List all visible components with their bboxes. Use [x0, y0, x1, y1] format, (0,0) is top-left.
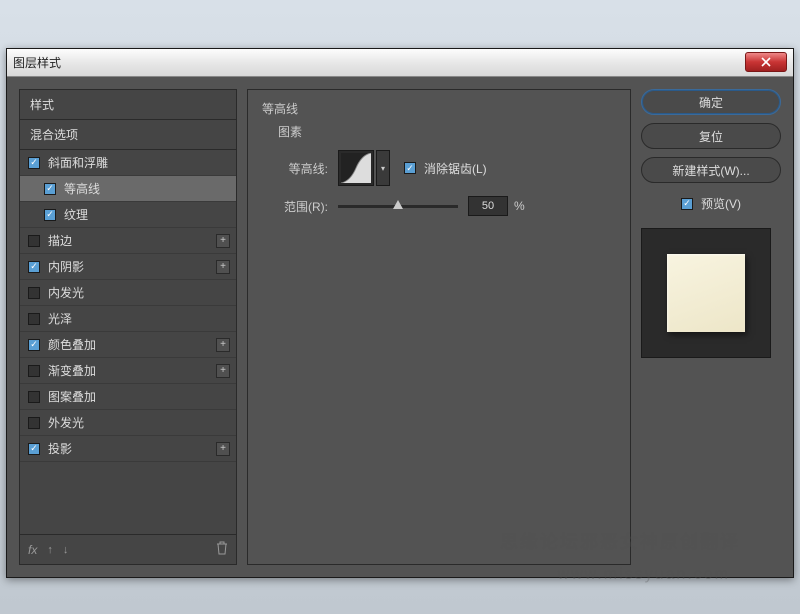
- add-effect-icon[interactable]: +: [216, 260, 230, 274]
- effect-checkbox[interactable]: [28, 261, 40, 273]
- section-title: 等高线: [262, 100, 616, 117]
- effect-row[interactable]: 图案叠加: [20, 384, 236, 410]
- contour-dropdown-icon[interactable]: ▾: [376, 150, 390, 186]
- settings-panel: 等高线 图素 等高线: ▾ 消除锯齿(L) 范围(R):: [247, 89, 631, 565]
- effect-row[interactable]: 外发光: [20, 410, 236, 436]
- blend-options-header[interactable]: 混合选项: [20, 120, 236, 150]
- add-effect-icon[interactable]: +: [216, 234, 230, 248]
- effect-label: 描边: [48, 232, 72, 249]
- new-style-button[interactable]: 新建样式(W)...: [641, 157, 781, 183]
- trash-icon[interactable]: [216, 541, 228, 558]
- effect-row[interactable]: 等高线: [20, 176, 236, 202]
- layer-style-dialog: 图层样式 样式 混合选项 斜面和浮雕等高线纹理描边+内阴影+内发光光泽颜色叠加+…: [6, 48, 794, 578]
- action-panel: 确定 复位 新建样式(W)... 预览(V): [641, 89, 781, 565]
- styles-header[interactable]: 样式: [20, 90, 236, 120]
- effect-label: 投影: [48, 440, 72, 457]
- effect-row[interactable]: 纹理: [20, 202, 236, 228]
- close-button[interactable]: [745, 52, 787, 72]
- effect-row[interactable]: 描边 +: [20, 228, 236, 254]
- effect-checkbox[interactable]: [28, 443, 40, 455]
- antialias-label: 消除锯齿(L): [424, 160, 487, 177]
- effect-label: 等高线: [64, 180, 100, 197]
- down-arrow-icon[interactable]: ↓: [63, 544, 69, 556]
- effects-footer: fx ↑ ↓: [20, 534, 236, 564]
- effect-row[interactable]: 渐变叠加 +: [20, 358, 236, 384]
- effect-label: 内发光: [48, 284, 84, 301]
- add-effect-icon[interactable]: +: [216, 442, 230, 456]
- dialog-content: 样式 混合选项 斜面和浮雕等高线纹理描边+内阴影+内发光光泽颜色叠加+渐变叠加+…: [7, 77, 793, 577]
- window-title: 图层样式: [13, 54, 61, 71]
- add-effect-icon[interactable]: +: [216, 338, 230, 352]
- effect-checkbox[interactable]: [28, 339, 40, 351]
- fx-icon[interactable]: fx: [28, 543, 37, 557]
- effect-checkbox[interactable]: [44, 183, 56, 195]
- titlebar[interactable]: 图层样式: [7, 49, 793, 77]
- effects-list-panel: 样式 混合选项 斜面和浮雕等高线纹理描边 + 内阴影 + 内发光光泽颜色叠加 + 渐变叠加 +…: [19, 89, 237, 565]
- effect-checkbox[interactable]: [28, 157, 40, 169]
- range-label: 范围(R):: [268, 198, 328, 215]
- close-icon: [761, 57, 771, 67]
- slider-thumb-icon[interactable]: [393, 200, 403, 209]
- preview-thumbnail: [641, 228, 771, 358]
- effect-checkbox[interactable]: [28, 417, 40, 429]
- effect-label: 图案叠加: [48, 388, 96, 405]
- effect-row[interactable]: 斜面和浮雕: [20, 150, 236, 176]
- range-slider[interactable]: [338, 205, 458, 208]
- effect-row[interactable]: 颜色叠加 +: [20, 332, 236, 358]
- effect-row[interactable]: 光泽: [20, 306, 236, 332]
- effect-label: 内阴影: [48, 258, 84, 275]
- antialias-checkbox[interactable]: [404, 162, 416, 174]
- range-input[interactable]: [468, 196, 508, 216]
- effect-checkbox[interactable]: [28, 287, 40, 299]
- effect-label: 外发光: [48, 414, 84, 431]
- range-unit: %: [514, 199, 525, 213]
- effect-checkbox[interactable]: [44, 209, 56, 221]
- effect-row[interactable]: 内阴影 +: [20, 254, 236, 280]
- effect-label: 斜面和浮雕: [48, 154, 108, 171]
- contour-picker[interactable]: [338, 150, 374, 186]
- effect-row[interactable]: 投影 +: [20, 436, 236, 462]
- preview-label: 预览(V): [701, 195, 741, 212]
- preview-checkbox[interactable]: [681, 198, 693, 210]
- up-arrow-icon[interactable]: ↑: [47, 544, 53, 556]
- effect-checkbox[interactable]: [28, 391, 40, 403]
- effect-label: 颜色叠加: [48, 336, 96, 353]
- effect-row[interactable]: 内发光: [20, 280, 236, 306]
- effect-checkbox[interactable]: [28, 365, 40, 377]
- effect-label: 纹理: [64, 206, 88, 223]
- effect-label: 渐变叠加: [48, 362, 96, 379]
- reset-button[interactable]: 复位: [641, 123, 781, 149]
- ok-button[interactable]: 确定: [641, 89, 781, 115]
- effect-checkbox[interactable]: [28, 235, 40, 247]
- effect-checkbox[interactable]: [28, 313, 40, 325]
- contour-label: 等高线:: [268, 160, 328, 177]
- preview-swatch: [667, 254, 745, 332]
- add-effect-icon[interactable]: +: [216, 364, 230, 378]
- effect-label: 光泽: [48, 310, 72, 327]
- subsection-title: 图素: [268, 123, 616, 140]
